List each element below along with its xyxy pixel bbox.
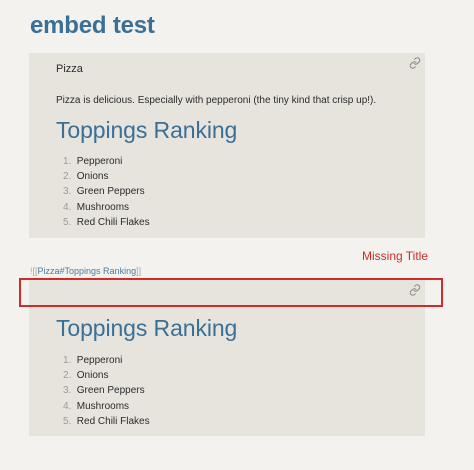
- embed-note-title: Pizza: [56, 63, 83, 75]
- section-heading: Toppings Ranking: [56, 315, 238, 341]
- embed-block-pizza: Pizza Pizza is delicious. Especially wit…: [29, 53, 425, 238]
- list-item: 5. Red Chili Flakes: [63, 216, 150, 228]
- list-item: 2. Onions: [63, 171, 109, 183]
- embed-paragraph: Pizza is delicious. Especially with pepp…: [56, 95, 377, 106]
- list-item: 3. Green Peppers: [63, 186, 145, 198]
- list-item: 5. Red Chili Flakes: [63, 415, 150, 427]
- toppings-list: 1. Pepperoni 2. Onions 3. Green Peppers …: [63, 154, 150, 230]
- embed-reference[interactable]: ![[Pizza#Toppings Ranking]]: [30, 266, 141, 276]
- list-item: 2. Onions: [63, 370, 109, 382]
- list-item: 1. Pepperoni: [63, 355, 123, 366]
- toppings-list: 1. Pepperoni 2. Onions 3. Green Peppers …: [63, 353, 150, 429]
- section-heading: Toppings Ranking: [56, 117, 238, 143]
- list-item: 1. Pepperoni: [63, 156, 123, 167]
- page-title: embed test: [30, 12, 155, 39]
- embed-link-text[interactable]: Pizza#Toppings Ranking: [38, 266, 137, 276]
- list-item: 4. Mushrooms: [63, 201, 130, 213]
- annotation-label: Missing Title: [362, 249, 429, 263]
- list-item: 4. Mushrooms: [63, 400, 130, 412]
- link-icon[interactable]: [409, 57, 421, 69]
- list-item: 3. Green Peppers: [63, 385, 145, 397]
- annotation-highlight-box: [19, 278, 443, 307]
